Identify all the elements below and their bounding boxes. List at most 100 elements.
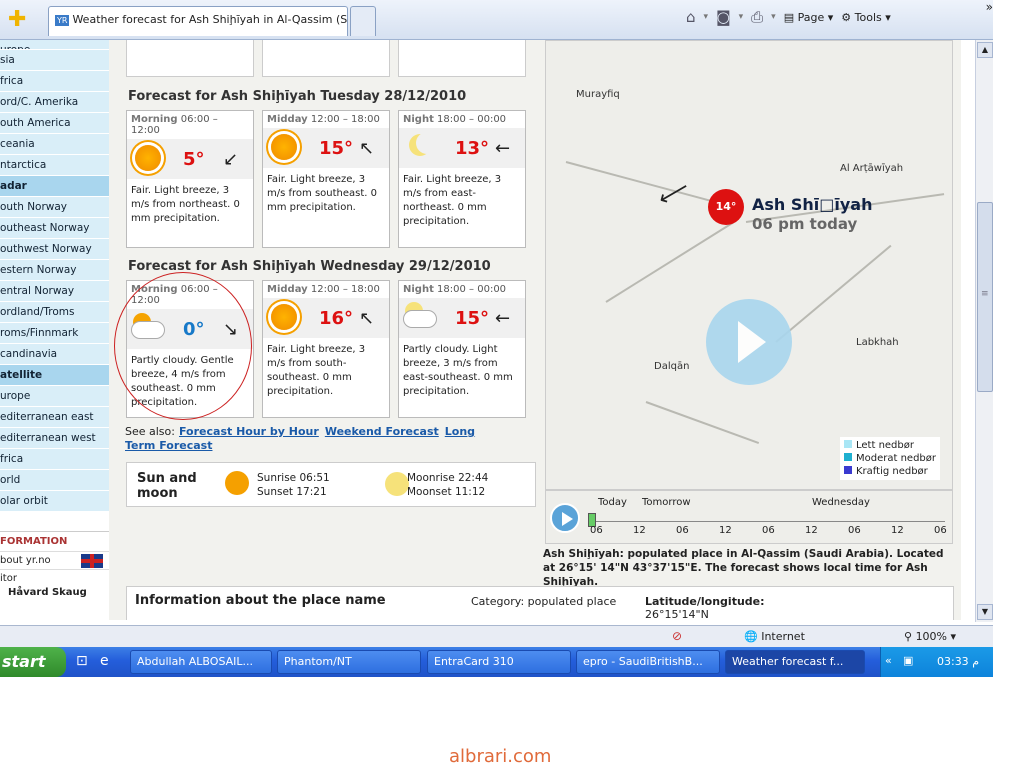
tray-chevron-icon[interactable]: « — [885, 654, 892, 667]
forecast-period: Midday 12:00 – 18:00 — [263, 111, 389, 128]
security-status-icon[interactable]: ⊘ — [672, 629, 682, 643]
forecast-weather: 16° ↖ — [263, 298, 389, 338]
tools-menu-button[interactable]: ⚙ Tools ▾ — [841, 11, 891, 24]
forecast-period: Midday 12:00 – 18:00 — [263, 281, 389, 298]
nav-item[interactable]: ntarctica — [0, 155, 109, 176]
nav-item[interactable]: estern Norway — [0, 260, 109, 281]
timeline-play-icon[interactable] — [550, 503, 580, 533]
vertical-scrollbar[interactable]: ▲ ▼ — [975, 40, 993, 622]
sun-times: Sunrise 06:51 Sunset 17:21 — [257, 472, 330, 498]
timeline-tick: 06 — [762, 525, 775, 536]
show-desktop-icon[interactable]: ⊡ — [76, 653, 88, 669]
taskbar-item[interactable]: EntraCard 310 — [427, 650, 571, 674]
forecast-card: Midday 12:00 – 18:00 15° ↖ Fair. Light bree… — [262, 110, 390, 248]
nav-item[interactable]: outhwest Norway — [0, 239, 109, 260]
nav-item[interactable]: urope — [0, 386, 109, 407]
nav-item[interactable]: outh Norway — [0, 197, 109, 218]
nav-item[interactable]: candinavia — [0, 344, 109, 365]
scroll-up-icon[interactable]: ▲ — [977, 42, 993, 58]
scroll-thumb[interactable] — [977, 202, 993, 392]
map-time-label: 06 pm today — [752, 215, 858, 233]
nav-item[interactable]: frica — [0, 449, 109, 470]
see-also: See also: Forecast Hour by Hour Weekend Fo… — [125, 425, 476, 452]
forecast-temperature: 15° — [319, 138, 354, 159]
nav-item[interactable]: ceania — [0, 134, 109, 155]
sun-moon-title: Sun and moon — [137, 471, 197, 501]
partly-cloudy-night-icon — [403, 310, 437, 328]
wind-arrow-icon: ↖ — [359, 308, 375, 329]
wind-arrow-icon: ← — [495, 138, 511, 159]
nav-item[interactable]: editerranean west — [0, 428, 109, 449]
nav-item[interactable]: roms/Finnmark — [0, 323, 109, 344]
legend-swatch — [844, 440, 852, 448]
map-legend: Lett nedbør Moderat nedbør Kraftig nedbø… — [840, 437, 940, 480]
link-hour-by-hour[interactable]: Forecast Hour by Hour — [179, 425, 319, 438]
forecast-period: Night 18:00 – 00:00 — [399, 111, 525, 128]
place-info-box: Information about the place name Categor… — [126, 586, 954, 620]
home-dropdown-icon[interactable]: ▾ — [704, 12, 709, 22]
map-place-label: Al Arṭāwīyah — [840, 163, 904, 174]
zoom-control[interactable]: ⚲ 100% ▾ — [904, 630, 956, 643]
nav-item[interactable]: outh America — [0, 113, 109, 134]
taskbar-item[interactable]: Abdullah ALBOSAIL... — [130, 650, 272, 674]
nav-item[interactable]: ord/C. Amerika — [0, 92, 109, 113]
wind-arrow-icon: ↖ — [359, 138, 375, 159]
map-timeline: Today Tomorrow Wednesday 06 12 06 12 06 12 06 1… — [545, 490, 953, 544]
radar-map[interactable]: Murayfiq Al Arṭāwīyah Dalqān Labkhah ⟵ 1… — [545, 40, 953, 490]
legend-item: Moderat nedbør — [844, 452, 936, 465]
home-icon[interactable]: ⌂ — [686, 8, 696, 26]
forecast-card-prev — [262, 40, 390, 77]
play-icon[interactable] — [706, 299, 792, 385]
moon-times: Moonrise 22:44 Moonset 11:12 — [407, 472, 489, 498]
forecast-temperature: 15° — [455, 308, 490, 329]
status-bar: ⊘ 🌐 Internet ⚲ 100% ▾ — [0, 625, 993, 647]
uk-flag-icon[interactable] — [81, 554, 103, 568]
print-dropdown-icon[interactable]: ▾ — [771, 12, 776, 22]
rss-feed-icon[interactable]: ◙ — [716, 8, 731, 26]
print-icon[interactable]: ⎙ — [751, 8, 763, 26]
left-navigation: urope sia frica ord/C. Amerika outh America c… — [0, 40, 109, 620]
nav-item[interactable]: atellite — [0, 365, 109, 386]
nav-item[interactable]: sia — [0, 50, 109, 71]
legend-swatch — [844, 466, 852, 474]
sun-and-moon-box: Sun and moon Sunrise 06:51 Sunset 17:21 Mo… — [126, 462, 536, 507]
nav-item[interactable]: entral Norway — [0, 281, 109, 302]
rss-dropdown-icon[interactable]: ▾ — [739, 12, 744, 22]
wind-arrow-icon: ⟵ — [653, 174, 694, 213]
nav-item[interactable]: urope — [0, 40, 109, 50]
nav-item[interactable]: adar — [0, 176, 109, 197]
forecast-period: Morning 06:00 – 12:00 — [127, 111, 253, 139]
system-tray: « ▣ 03:33 م — [880, 647, 993, 677]
favorites-star-icon[interactable]: ✚ — [8, 7, 26, 32]
taskbar-item[interactable]: epro - SaudiBritishB... — [576, 650, 720, 674]
nav-item[interactable]: frica — [0, 71, 109, 92]
about-link[interactable]: bout yr.no — [0, 551, 109, 569]
timeline-today: Today — [598, 497, 627, 508]
sun-icon — [135, 145, 161, 171]
taskbar-item-active[interactable]: Weather forecast f... — [725, 650, 865, 674]
taskbar-item[interactable]: Phantom/NT — [277, 650, 421, 674]
nav-item[interactable]: editerranean east — [0, 407, 109, 428]
browser-tab-active[interactable]: YR Weather forecast for Ash Shiḩīyah in A… — [48, 6, 348, 36]
network-icon[interactable]: ▣ — [903, 654, 913, 667]
sun-icon — [271, 134, 297, 160]
nav-item[interactable]: olar orbit — [0, 491, 109, 512]
new-tab-button[interactable] — [350, 6, 376, 36]
timeline-tick: 12 — [891, 525, 904, 536]
start-button[interactable]: start — [0, 647, 66, 677]
nav-item[interactable]: orld — [0, 470, 109, 491]
nav-item[interactable]: outheast Norway — [0, 218, 109, 239]
ie-icon[interactable]: e — [100, 653, 109, 669]
map-place-label: Labkhah — [856, 337, 899, 348]
scroll-down-icon[interactable]: ▼ — [977, 604, 993, 620]
watermark-text: albrari.com — [449, 746, 552, 767]
nav-list: urope sia frica ord/C. Amerika outh America c… — [0, 40, 109, 512]
zone-indicator: 🌐 Internet — [744, 630, 805, 643]
page-menu-button[interactable]: ▤ Page ▾ — [784, 11, 834, 24]
place-category: Category: populated place — [471, 595, 617, 608]
nav-item[interactable]: ordland/Troms — [0, 302, 109, 323]
forecast-weather: 5° ↙ — [127, 139, 253, 179]
editor-name: Håvard Skaug — [8, 587, 87, 598]
chevron-more-icon[interactable]: » — [986, 0, 993, 14]
link-weekend-forecast[interactable]: Weekend Forecast — [325, 425, 439, 438]
